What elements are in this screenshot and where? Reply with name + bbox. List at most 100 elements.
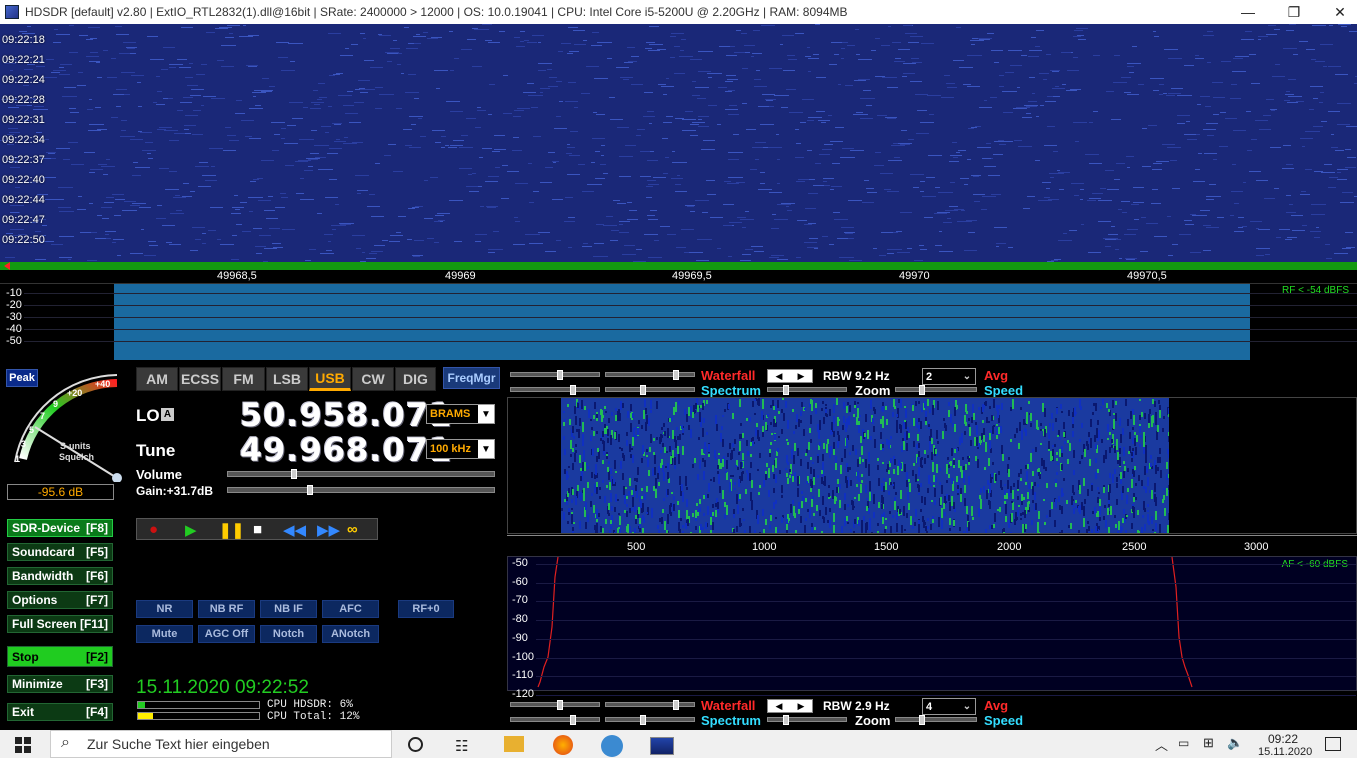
maximize-window-button[interactable]: ❐ xyxy=(1271,0,1317,24)
mode-lsb-button[interactable]: LSB xyxy=(266,367,308,391)
fast-forward-icon[interactable]: ▶▶ xyxy=(317,521,340,539)
af-slider[interactable] xyxy=(895,715,977,725)
options-button[interactable]: Options [F7] xyxy=(7,591,113,609)
rf-slider[interactable] xyxy=(510,370,600,380)
peak-button[interactable]: Peak xyxy=(6,369,38,387)
af-slider[interactable] xyxy=(510,700,600,710)
dsp-afc-button[interactable]: AFC xyxy=(322,600,379,618)
af-slider-knob[interactable] xyxy=(918,715,925,725)
taskbar-search-box[interactable]: ⌕ Zur Suche Text hier eingeben xyxy=(50,730,392,758)
firefox-icon[interactable] xyxy=(553,735,573,755)
dsp-agc-off-button[interactable]: AGC Off xyxy=(198,625,255,643)
af-waterfall[interactable] xyxy=(507,397,1357,534)
rf-slider-knob[interactable] xyxy=(673,370,680,380)
rf-slider[interactable] xyxy=(895,385,977,395)
af-slider[interactable] xyxy=(767,715,847,725)
thunderbird-icon[interactable] xyxy=(601,735,623,757)
squelch-label[interactable]: Squelch xyxy=(59,452,94,462)
dsp-anotch-button[interactable]: ANotch xyxy=(322,625,379,643)
exit-button[interactable]: Exit [F4] xyxy=(7,703,113,721)
volume-slider[interactable] xyxy=(227,469,495,479)
lo-band-select[interactable]: BRAMS ▼ xyxy=(426,404,495,424)
chevron-up-icon[interactable]: ︿ xyxy=(1155,735,1168,754)
mode-cw-button[interactable]: CW xyxy=(352,367,394,391)
rf-slider-knob[interactable] xyxy=(569,385,576,395)
file-explorer-icon[interactable] xyxy=(504,736,524,752)
arrow-right-icon[interactable]: ▶ xyxy=(798,371,805,382)
lo-vfo-a-badge[interactable]: A xyxy=(161,408,174,421)
record-icon[interactable]: ● xyxy=(149,521,158,538)
freqmgr-button[interactable]: FreqMgr xyxy=(443,367,500,389)
dsp-nb-if-button[interactable]: NB IF xyxy=(260,600,317,618)
mode-usb-button[interactable]: USB xyxy=(309,367,351,391)
af-spectrum[interactable]: AF < -60 dBFS -50-60-70-80-90-100-110-12… xyxy=(507,556,1357,700)
minimize-button[interactable]: Minimize [F3] xyxy=(7,675,113,693)
rf-slider[interactable] xyxy=(767,385,847,395)
tune-step-value: 100 kHz xyxy=(430,443,471,455)
af-slider-knob[interactable] xyxy=(557,700,564,710)
network-icon[interactable]: ⊞ xyxy=(1203,735,1214,751)
dsp-nb-rf-button[interactable]: NB RF xyxy=(198,600,255,618)
mode-fm-button[interactable]: FM xyxy=(222,367,265,391)
mode-ecss-button[interactable]: ECSS xyxy=(179,367,221,391)
rf-spectrum[interactable]: -10 -20 -30 -40 -50 RF < -54 dBFS xyxy=(0,283,1357,360)
af-slider-knob[interactable] xyxy=(673,700,680,710)
af-slider[interactable] xyxy=(510,715,600,725)
soundcard-button[interactable]: Soundcard [F5] xyxy=(7,543,113,561)
taskbar-clock[interactable]: 09:22 15.11.2020 xyxy=(1258,732,1312,758)
rf-slider-knob[interactable] xyxy=(639,385,646,395)
lo-frequency[interactable]: 50.958.071 xyxy=(240,396,452,434)
rf-avg-select[interactable]: 2 ⌄ xyxy=(922,368,976,385)
loop-icon[interactable]: ∞ xyxy=(347,521,358,538)
rf-slider[interactable] xyxy=(605,370,695,380)
play-icon[interactable]: ▶ xyxy=(185,521,197,539)
arrow-left-icon[interactable]: ◀ xyxy=(776,371,783,382)
af-slider[interactable] xyxy=(605,700,695,710)
rf-slider-knob[interactable] xyxy=(918,385,925,395)
close-window-button[interactable]: ✕ xyxy=(1317,0,1357,24)
rf-slider[interactable] xyxy=(510,385,600,395)
dsp-mute-button[interactable]: Mute xyxy=(136,625,193,643)
volume-knob[interactable] xyxy=(290,469,297,479)
af-scroll-arrows[interactable]: ◀ ▶ xyxy=(767,699,813,713)
af-avg-select[interactable]: 4 ⌄ xyxy=(922,698,976,715)
rf-slider-knob[interactable] xyxy=(782,385,789,395)
hdsdr-taskbar-icon[interactable] xyxy=(650,737,674,755)
arrow-right-icon[interactable]: ▶ xyxy=(798,701,805,712)
battery-icon[interactable]: ▭ xyxy=(1178,736,1189,750)
tune-frequency[interactable]: 49.968.071 xyxy=(240,431,452,469)
sdr-device-button[interactable]: SDR-Device [F8] xyxy=(7,519,113,537)
rf-scroll-arrows[interactable]: ◀ ▶ xyxy=(767,369,813,383)
tune-step-select[interactable]: 100 kHz ▼ xyxy=(426,439,495,459)
minimize-window-button[interactable]: — xyxy=(1225,0,1271,24)
mode-am-button[interactable]: AM xyxy=(136,367,178,391)
af-spectrum-trace xyxy=(537,557,1193,688)
rf-waterfall[interactable]: 09:22:18 09:22:21 09:22:24 09:22:28 09:22:31… xyxy=(0,24,1357,262)
gain-slider[interactable] xyxy=(227,485,495,495)
dsp-notch-button[interactable]: Notch xyxy=(260,625,317,643)
rf-slider-knob[interactable] xyxy=(557,370,564,380)
volume-icon[interactable]: 🔈 xyxy=(1227,735,1243,751)
timeline-icon[interactable]: ☷ xyxy=(455,737,468,755)
pause-icon[interactable]: ❚❚ xyxy=(219,521,244,539)
bandwidth-button[interactable]: Bandwidth [F6] xyxy=(7,567,113,585)
notifications-icon[interactable] xyxy=(1325,737,1341,751)
windows-start-icon[interactable] xyxy=(15,737,31,753)
arrow-left-icon[interactable]: ◀ xyxy=(776,701,783,712)
stop-icon[interactable]: ■ xyxy=(253,521,262,538)
stop-button[interactable]: Stop [F2] xyxy=(7,646,113,667)
frequency-tuning-bar[interactable] xyxy=(0,262,1357,270)
rewind-icon[interactable]: ◀◀ xyxy=(283,521,306,539)
rf-slider[interactable] xyxy=(605,385,695,395)
dsp-nr-button[interactable]: NR xyxy=(136,600,193,618)
af-slider-knob[interactable] xyxy=(569,715,576,725)
mode-dig-button[interactable]: DIG xyxy=(395,367,436,391)
dsp-rf-0-button[interactable]: RF+0 xyxy=(398,600,454,618)
af-slider-knob[interactable] xyxy=(639,715,646,725)
task-view-icon[interactable] xyxy=(408,737,423,752)
scroll-left-icon[interactable] xyxy=(4,262,10,270)
af-slider-knob[interactable] xyxy=(782,715,789,725)
af-slider[interactable] xyxy=(605,715,695,725)
gain-knob[interactable] xyxy=(306,485,313,495)
full-screen-button[interactable]: Full Screen [F11] xyxy=(7,615,113,633)
